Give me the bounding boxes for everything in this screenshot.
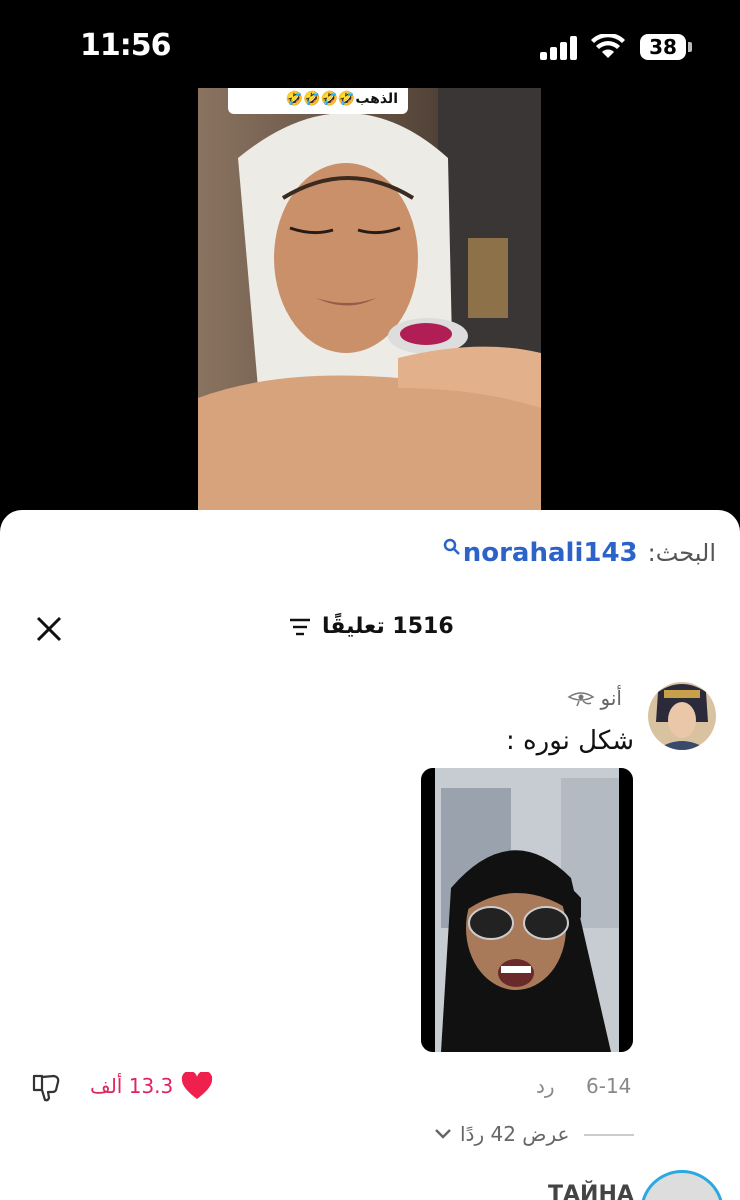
comment-media-image[interactable] bbox=[421, 768, 633, 1052]
comments-count-group[interactable]: 1516 تعليقًا bbox=[288, 614, 454, 639]
battery-indicator: 38 bbox=[640, 34, 686, 60]
close-icon[interactable] bbox=[34, 614, 64, 644]
like-button[interactable]: 13.3 ألف bbox=[90, 1072, 213, 1100]
next-comment-avatar[interactable] bbox=[640, 1170, 724, 1200]
video-frame-image bbox=[198, 88, 541, 518]
view-replies-button[interactable]: عرض 42 ردًا bbox=[434, 1122, 569, 1146]
search-icon bbox=[443, 538, 460, 555]
signal-icon bbox=[540, 36, 580, 60]
chevron-down-icon bbox=[435, 1129, 451, 1139]
status-bar: 11:56 38 bbox=[0, 0, 740, 96]
video-player[interactable]: الذهب🤣🤣🤣🤣 bbox=[198, 88, 541, 518]
eye-of-horus-icon bbox=[567, 692, 595, 707]
battery-tip bbox=[688, 42, 692, 52]
view-replies-text: عرض 42 ردًا bbox=[460, 1122, 570, 1146]
comments-sheet: البحث: norahali143 1516 تعليقًا أنو شكل … bbox=[0, 510, 740, 1200]
comment-meta: 6-14 رد 13.3 ألف bbox=[0, 1070, 740, 1106]
comment-date: 6-14 bbox=[586, 1074, 632, 1098]
comment-username[interactable]: أنو bbox=[567, 686, 622, 710]
dislike-icon[interactable] bbox=[30, 1072, 62, 1102]
status-time: 11:56 bbox=[80, 28, 171, 63]
filter-icon[interactable] bbox=[288, 617, 312, 637]
wifi-icon bbox=[591, 34, 625, 58]
comments-count: 1516 تعليقًا bbox=[322, 614, 454, 639]
avatar[interactable] bbox=[648, 682, 716, 750]
search-suggestion[interactable]: البحث: norahali143 bbox=[443, 538, 716, 568]
video-caption: الذهب🤣🤣🤣🤣 bbox=[228, 88, 408, 114]
search-term[interactable]: norahali143 bbox=[463, 538, 638, 568]
comment-username-text: أنو bbox=[600, 686, 622, 710]
next-comment-username[interactable]: ТАЙНА bbox=[548, 1182, 634, 1200]
likes-count: 13.3 ألف bbox=[90, 1074, 174, 1098]
reply-button[interactable]: رد bbox=[536, 1074, 555, 1098]
search-prefix: البحث: bbox=[647, 539, 716, 567]
comments-header: 1516 تعليقًا bbox=[0, 610, 740, 650]
heart-icon bbox=[182, 1072, 213, 1099]
comment-text: شكل نوره : bbox=[506, 726, 634, 756]
replies-divider bbox=[584, 1134, 634, 1136]
